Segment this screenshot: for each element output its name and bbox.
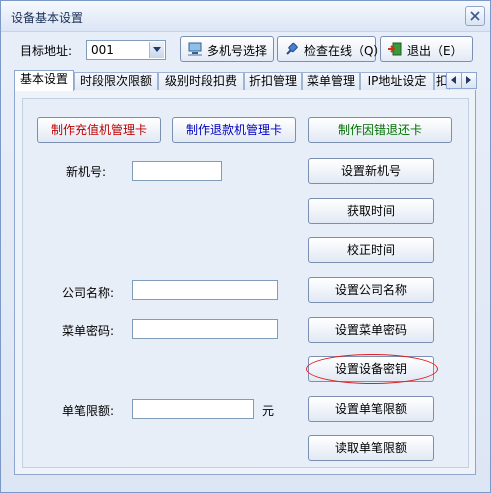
set-company-name-button[interactable]: 设置公司名称 — [308, 277, 434, 303]
close-button[interactable] — [465, 6, 485, 26]
single-limit-label: 单笔限额: — [62, 404, 115, 418]
chevron-left-icon — [451, 76, 456, 84]
currency-unit: 元 — [262, 404, 275, 418]
calibrate-time-button[interactable]: 校正时间 — [308, 237, 434, 263]
tab-ip-setting[interactable]: IP地址设定 — [360, 72, 434, 90]
dropdown-button[interactable] — [149, 42, 164, 58]
computer-icon — [188, 42, 202, 56]
tab-level-fee[interactable]: 级别时段扣费 — [158, 72, 244, 90]
set-device-key-button[interactable]: 设置设备密钥 — [308, 356, 434, 382]
make-refund-card-button[interactable]: 制作退款机管理卡 — [172, 117, 296, 143]
window-title: 设备基本设置 — [11, 11, 84, 25]
new-id-input[interactable] — [132, 161, 222, 181]
tab-menu[interactable]: 菜单管理 — [302, 72, 360, 90]
make-error-refund-card-button[interactable]: 制作因错退还卡 — [308, 117, 452, 143]
read-single-limit-button[interactable]: 读取单笔限额 — [308, 435, 434, 461]
company-name-label: 公司名称: — [62, 286, 115, 300]
new-id-label: 新机号: — [66, 165, 107, 179]
menu-password-label: 菜单密码: — [62, 324, 115, 338]
set-menu-password-button[interactable]: 设置菜单密码 — [308, 317, 434, 343]
single-limit-input[interactable] — [132, 399, 254, 419]
tab-time-limit[interactable]: 时段限次限额 — [74, 72, 158, 90]
company-name-input[interactable] — [132, 280, 278, 300]
get-time-button[interactable]: 获取时间 — [308, 198, 434, 224]
tab-discount[interactable]: 折扣管理 — [244, 72, 302, 90]
address-select[interactable]: 001 — [86, 40, 166, 60]
address-value: 001 — [91, 43, 114, 57]
multi-id-button[interactable]: 多机号选择 — [180, 36, 274, 62]
chevron-right-icon — [466, 76, 471, 84]
chevron-down-icon — [153, 47, 161, 52]
set-single-limit-button[interactable]: 设置单笔限额 — [308, 396, 434, 422]
exit-button[interactable]: 退出（E） — [380, 36, 473, 62]
title-bar: 设备基本设置 — [1, 1, 490, 32]
tab-scroll-right[interactable] — [461, 72, 477, 89]
tab-scroll-left[interactable] — [446, 72, 462, 89]
check-online-button[interactable]: 检查在线（Q） — [277, 36, 385, 62]
tab-bar: 基本设置 时段限次限额 级别时段扣费 折扣管理 菜单管理 IP地址设定 扣 — [14, 70, 476, 91]
close-icon — [470, 11, 480, 21]
tab-basic-settings[interactable]: 基本设置 — [14, 70, 74, 91]
menu-password-input[interactable] — [132, 319, 278, 339]
set-new-id-button[interactable]: 设置新机号 — [308, 158, 434, 184]
address-label: 目标地址: — [20, 44, 73, 58]
plug-icon — [286, 42, 298, 55]
make-recharge-card-button[interactable]: 制作充值机管理卡 — [37, 117, 161, 143]
exit-icon — [388, 42, 402, 56]
